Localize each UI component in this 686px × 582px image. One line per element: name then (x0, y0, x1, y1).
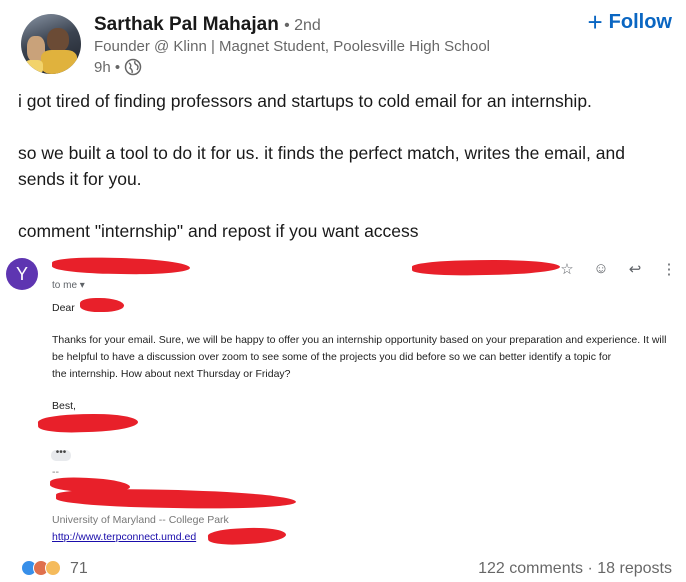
stats-separator: · (587, 560, 593, 577)
emoji-icon[interactable]: ☺ (592, 260, 610, 278)
redaction-mark (51, 256, 191, 276)
redaction-mark (80, 298, 124, 312)
email-actions: ☆ ☺ ↩ ⋮ (558, 260, 678, 278)
recipient-label[interactable]: to me ▾ (52, 280, 85, 291)
signature-link[interactable]: http://www.terpconnect.umd.ed (52, 531, 196, 543)
post-paragraph: comment "internship" and repost if you w… (18, 221, 419, 241)
email-message: Thanks for your email. Sure, we will be … (52, 332, 666, 383)
author-headline: Founder @ Klinn | Magnet Student, Pooles… (94, 38, 491, 55)
reaction-icons[interactable] (21, 560, 61, 576)
email-line: be helpful to have a discussion over zoo… (52, 351, 612, 363)
author-name-row: Sarthak Pal Mahajan • 2nd (94, 13, 321, 38)
star-icon[interactable]: ☆ (558, 260, 576, 278)
email-screenshot[interactable]: Y to me ▾ ☆ ☺ ↩ ⋮ Dear Thanks for your e… (0, 252, 686, 552)
follow-label: Follow (608, 10, 672, 33)
post-meta: 9h • (94, 58, 142, 76)
email-signoff: Best, (52, 400, 76, 412)
redaction-mark (411, 258, 561, 277)
post-body: i got tired of finding professors and st… (18, 88, 668, 270)
author-avatar[interactable] (21, 14, 81, 74)
post-social-counts: 71 122 comments · 18 reposts (0, 558, 686, 582)
follow-button[interactable]: + Follow (587, 7, 672, 37)
email-greeting: Dear (52, 300, 75, 317)
author-name[interactable]: Sarthak Pal Mahajan (94, 14, 279, 35)
sender-avatar: Y (6, 258, 38, 290)
reaction-count[interactable]: 71 (70, 560, 88, 578)
redaction-mark (37, 412, 139, 434)
reply-icon[interactable]: ↩ (626, 260, 644, 278)
comments-count[interactable]: 122 comments (478, 560, 583, 577)
signature-university: University of Maryland -- College Park (52, 514, 229, 526)
email-line: the internship. How about next Thursday … (52, 368, 291, 380)
email-line: Thanks for your email. Sure, we will be … (52, 334, 667, 346)
redaction-mark (55, 487, 297, 511)
more-icon[interactable]: ⋮ (660, 260, 678, 278)
expand-trimmed-button[interactable]: ••• (51, 448, 71, 461)
post-paragraph: so we built a tool to do it for us. it f… (18, 143, 625, 189)
post-time: 9h • (94, 58, 121, 76)
redaction-mark (207, 525, 287, 547)
connection-degree: • 2nd (284, 17, 321, 34)
plus-icon: + (587, 7, 603, 37)
greeting-text: Dear (52, 302, 75, 314)
insightful-icon (45, 560, 61, 576)
globe-icon (124, 58, 142, 76)
engagement-stats: 122 comments · 18 reposts (478, 560, 672, 578)
reposts-count[interactable]: 18 reposts (597, 560, 672, 577)
post-paragraph: i got tired of finding professors and st… (18, 91, 592, 111)
